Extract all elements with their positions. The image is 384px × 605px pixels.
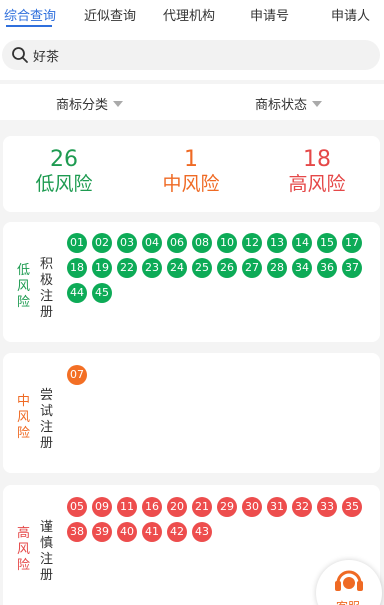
risk-level-label: 低风险 — [17, 263, 31, 310]
class-chip[interactable]: 17 — [342, 233, 362, 253]
class-chip[interactable]: 28 — [267, 258, 287, 278]
class-chip[interactable]: 26 — [217, 258, 237, 278]
class-chip[interactable]: 04 — [142, 233, 162, 253]
search-icon — [12, 47, 28, 63]
top-tabs: 综合查询 近似查询 代理机构 申请号 申请人 — [0, 0, 384, 30]
class-chip[interactable]: 14 — [292, 233, 312, 253]
class-chip[interactable]: 06 — [167, 233, 187, 253]
class-chip[interactable]: 33 — [317, 497, 337, 517]
risk-summary: 26 低风险 1 中风险 18 高风险 — [3, 136, 380, 212]
class-chip[interactable]: 08 — [192, 233, 212, 253]
summary-low-risk[interactable]: 26 低风险 — [9, 148, 119, 196]
class-chip[interactable]: 21 — [192, 497, 212, 517]
risk-group-medium: 中风险 尝试注册 07 — [3, 353, 380, 473]
class-chip[interactable]: 13 — [267, 233, 287, 253]
search-value: 好茶 — [33, 50, 60, 65]
class-chip[interactable]: 30 — [242, 497, 262, 517]
class-chip[interactable]: 16 — [142, 497, 162, 517]
class-chip[interactable]: 18 — [67, 258, 87, 278]
search-section: 好茶 — [0, 30, 384, 80]
class-chip[interactable]: 36 — [317, 258, 337, 278]
tab-similar-search[interactable]: 近似查询 — [84, 5, 136, 24]
summary-label: 低风险 — [35, 173, 93, 195]
class-chip[interactable]: 15 — [317, 233, 337, 253]
class-chip[interactable]: 29 — [217, 497, 237, 517]
class-chip[interactable]: 11 — [117, 497, 137, 517]
class-chip[interactable]: 12 — [242, 233, 262, 253]
summary-count: 1 — [184, 147, 198, 172]
risk-action-label: 积极注册 — [40, 257, 54, 320]
active-tab-indicator — [6, 25, 52, 27]
class-chip[interactable]: 41 — [142, 522, 162, 542]
class-chip[interactable]: 20 — [167, 497, 187, 517]
class-chip[interactable]: 07 — [67, 365, 87, 385]
customer-service-label: 客服 — [336, 598, 360, 605]
risk-action-label: 谨慎注册 — [40, 520, 54, 583]
class-chip[interactable]: 22 — [117, 258, 137, 278]
filter-trademark-status[interactable]: 商标状态 — [255, 94, 323, 113]
class-chip[interactable]: 02 — [92, 233, 112, 253]
summary-count: 18 — [303, 147, 331, 172]
caret-down-icon — [113, 100, 124, 107]
class-chip[interactable]: 43 — [192, 522, 212, 542]
search-input[interactable]: 好茶 — [2, 40, 380, 70]
class-chip[interactable]: 03 — [117, 233, 137, 253]
class-chip[interactable]: 19 — [92, 258, 112, 278]
class-chip[interactable]: 42 — [167, 522, 187, 542]
class-chip[interactable]: 45 — [92, 283, 112, 303]
class-chip[interactable]: 09 — [92, 497, 112, 517]
summary-label: 高风险 — [288, 173, 346, 195]
class-chip[interactable]: 10 — [217, 233, 237, 253]
summary-label: 中风险 — [162, 173, 220, 195]
class-chip[interactable]: 01 — [67, 233, 87, 253]
class-chip[interactable]: 39 — [92, 522, 112, 542]
summary-high-risk[interactable]: 18 高风险 — [262, 148, 372, 196]
class-chip[interactable]: 32 — [292, 497, 312, 517]
summary-medium-risk[interactable]: 1 中风险 — [136, 148, 246, 196]
class-chip[interactable]: 27 — [242, 258, 262, 278]
caret-down-icon — [312, 100, 323, 107]
risk-level-label: 中风险 — [17, 394, 31, 441]
tab-comprehensive-search[interactable]: 综合查询 — [4, 5, 56, 24]
class-chip[interactable]: 23 — [142, 258, 162, 278]
class-chip[interactable]: 31 — [267, 497, 287, 517]
class-chip[interactable]: 44 — [67, 283, 87, 303]
filter-label: 商标状态 — [255, 98, 308, 113]
class-chip[interactable]: 38 — [67, 522, 87, 542]
filter-bar: 商标分类 商标状态 — [0, 84, 384, 120]
risk-level-label: 高风险 — [17, 526, 31, 573]
headset-icon — [335, 570, 363, 591]
class-chip[interactable]: 05 — [67, 497, 87, 517]
filter-label: 商标分类 — [56, 98, 109, 113]
tab-application-number[interactable]: 申请号 — [250, 5, 289, 24]
class-chip[interactable]: 37 — [342, 258, 362, 278]
filter-trademark-class[interactable]: 商标分类 — [56, 94, 124, 113]
summary-count: 26 — [50, 147, 78, 172]
class-chip[interactable]: 25 — [192, 258, 212, 278]
class-chip[interactable]: 35 — [342, 497, 362, 517]
risk-action-label: 尝试注册 — [40, 388, 54, 451]
class-chip[interactable]: 40 — [117, 522, 137, 542]
risk-group-low: 低风险 积极注册 01 02 03 04 06 08 10 12 13 14 15 17 18 19 22 2… — [3, 222, 380, 342]
class-chip[interactable]: 24 — [167, 258, 187, 278]
tab-applicant[interactable]: 申请人 — [331, 5, 370, 24]
tab-agency[interactable]: 代理机构 — [163, 5, 215, 24]
class-chip[interactable]: 34 — [292, 258, 312, 278]
